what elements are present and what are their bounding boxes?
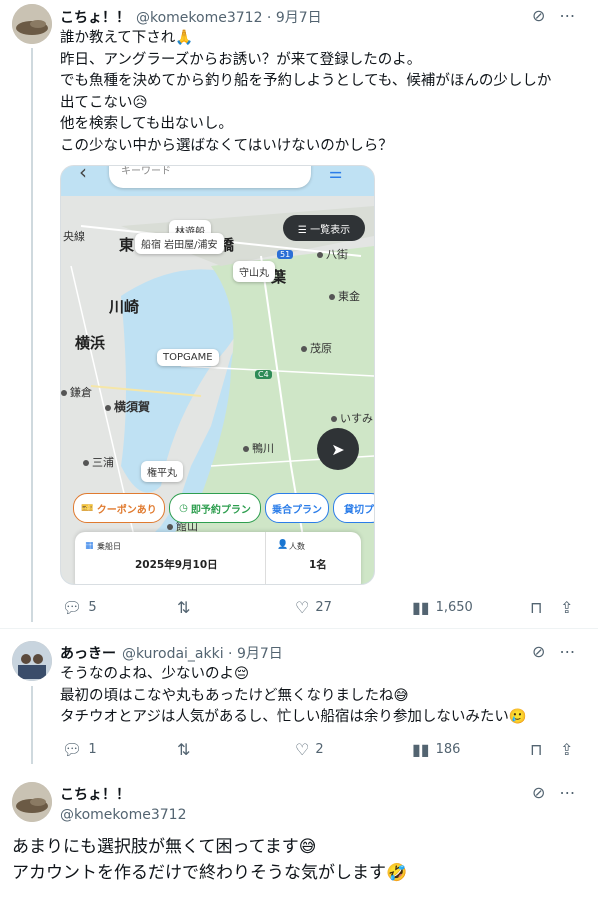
booking-card: ▦ 乗船日 2025年9月10日 👤 人数 1名	[75, 532, 361, 584]
filter-coupon[interactable]: 🎫 クーポンあり	[73, 493, 165, 523]
like-icon: ♡	[295, 598, 310, 617]
share-icon: ⇪	[560, 740, 574, 759]
place-label: 横須賀	[105, 398, 150, 415]
boat-marker[interactable]: 船宿 岩田屋/浦安	[135, 233, 224, 254]
place-label: 川崎	[109, 298, 140, 316]
views-button[interactable]: ▮▮ 186	[412, 740, 460, 759]
text-line: 出てこない😥	[60, 94, 148, 111]
date-label: 乗船日	[97, 542, 121, 551]
road-number: 51	[277, 250, 294, 259]
reply-icon: 💬︎	[62, 740, 83, 759]
place-label: 東金	[329, 288, 360, 304]
boat-marker[interactable]: 守山丸	[233, 261, 275, 282]
grok-icon[interactable]: ⊘	[532, 6, 545, 25]
display-name[interactable]: あっきー	[60, 643, 116, 663]
avatar[interactable]	[12, 782, 52, 822]
back-arrow-icon[interactable]: ‹	[79, 166, 87, 184]
boat-marker[interactable]: 権平丸	[141, 461, 183, 482]
text-line: アカウントを作るだけで終わりそうな気がします🤣	[12, 863, 408, 883]
like-button[interactable]: ♡ 2	[295, 740, 324, 759]
coupon-icon: 🎫	[81, 502, 94, 514]
retweet-icon: ⇅	[177, 598, 191, 617]
search-input-placeholder: キーワード	[121, 166, 171, 177]
like-icon: ♡	[295, 740, 310, 759]
bookmark-icon: ⊓	[530, 740, 543, 759]
share-icon: ⇪	[560, 598, 574, 617]
text-line: 誰か教えて下され🙏	[60, 30, 194, 46]
attached-image[interactable]: キーワード ‹ ⚌ ☰ 一覧表示 央線 東 橋 葉 八街 川崎 東金 横浜 茂原…	[60, 165, 375, 585]
calendar-icon: ▦	[85, 541, 94, 551]
thread-line	[31, 48, 33, 622]
bookmark-icon: ⊓	[530, 598, 543, 617]
my-location-button[interactable]: ➤	[317, 428, 359, 470]
place-label: 鴨川	[243, 440, 274, 456]
grok-icon[interactable]: ⊘	[532, 783, 545, 802]
road-number: C4	[255, 370, 272, 379]
place-label: 三浦	[83, 454, 114, 470]
people-field[interactable]: 👤 人数 1名	[265, 532, 361, 584]
text-line: あまりにも選択肢が無くて困ってます😅	[12, 837, 317, 857]
avatar[interactable]	[12, 4, 52, 44]
tweet-text: そうなのよね、少ないのよ😔 最初の頃はこなや丸もあったけど無くなりましたね😅 タ…	[60, 664, 527, 729]
handle-and-date[interactable]: @komekome3712 · 9月7日	[136, 7, 322, 27]
text-line: そうなのよね、少ないのよ😔	[60, 666, 250, 682]
views-icon: ▮▮	[412, 598, 430, 617]
list-view-button[interactable]: ☰ 一覧表示	[283, 215, 365, 241]
bookmark-button[interactable]: ⊓	[530, 598, 542, 617]
retweet-button[interactable]: ⇅	[177, 740, 190, 759]
filter-instant-booking[interactable]: ◷ 即予約プラン	[169, 493, 261, 523]
share-button[interactable]: ⇪	[560, 740, 573, 759]
more-icon[interactable]: ⋯	[559, 6, 575, 25]
text-line: 昨日、アングラーズからお誘い？が来て登録したのよ。	[60, 51, 422, 68]
boat-marker[interactable]: TOPGAME	[157, 349, 219, 366]
text-line: でも魚種を決めてから釣り船を予約しようとしても、候補がほんの少ししか	[60, 73, 552, 89]
more-icon[interactable]: ⋯	[559, 642, 575, 661]
text-line: 最初の頃はこなや丸もあったけど無くなりましたね😅	[60, 687, 409, 704]
date-field[interactable]: ▦ 乗船日 2025年9月10日	[75, 532, 266, 584]
place-label: 八街	[317, 246, 348, 262]
place-label: 横浜	[75, 334, 106, 352]
date-value: 2025年9月10日	[135, 559, 218, 571]
text-line: 他を検索しても出ないし。	[60, 116, 233, 132]
divider	[0, 628, 598, 629]
tweet-text: 誰か教えて下され🙏 昨日、アングラーズからお誘い？が来て登録したのよ。 でも魚種…	[60, 28, 551, 157]
retweet-button[interactable]: ⇅	[177, 598, 190, 617]
tweet-text: あまりにも選択肢が無くて困ってます😅 アカウントを作るだけで終わりそうな気がしま…	[12, 834, 407, 886]
bookmark-button[interactable]: ⊓	[530, 740, 542, 759]
display-name[interactable]: こちょ！！	[60, 7, 130, 27]
person-icon: 👤	[277, 540, 289, 550]
place-label: 東	[119, 236, 135, 254]
place-label: 央線	[63, 230, 85, 243]
grok-icon[interactable]: ⊘	[532, 642, 545, 661]
filter-shared-plan[interactable]: 乗合プラン	[265, 493, 329, 523]
map-search-bar[interactable]: キーワード	[109, 166, 311, 188]
text-line: この少ない中から選ばなくてはいけないのかしら？	[60, 137, 393, 154]
more-icon[interactable]: ⋯	[559, 783, 575, 802]
avatar[interactable]	[12, 641, 52, 681]
share-button[interactable]: ⇪	[560, 598, 573, 617]
filter-settings-icon[interactable]: ⚌	[329, 166, 342, 182]
people-value: 1名	[309, 559, 327, 571]
text-line: タチウオとアジは人気があるし、忙しい船宿は余り参加しないみたい🥲	[60, 709, 527, 725]
views-icon: ▮▮	[412, 740, 430, 759]
reply-button[interactable]: 💬︎ 5	[62, 598, 97, 617]
like-button[interactable]: ♡ 27	[295, 598, 332, 617]
handle[interactable]: @komekome3712	[60, 807, 186, 823]
place-label: 鎌倉	[61, 384, 92, 400]
filter-charter-plan[interactable]: 貸切プ	[333, 493, 374, 523]
place-label: いすみ	[331, 410, 373, 426]
clock-icon: ◷	[179, 502, 188, 514]
thread-line	[31, 686, 33, 764]
reply-icon: 💬︎	[62, 598, 83, 617]
list-view-label: ☰ 一覧表示	[297, 224, 351, 236]
handle-and-date[interactable]: @kurodai_akki · 9月7日	[122, 643, 283, 663]
navigation-arrow-icon: ➤	[331, 439, 345, 459]
display-name[interactable]: こちょ！！	[60, 784, 186, 804]
views-button[interactable]: ▮▮ 1,650	[412, 598, 473, 617]
reply-button[interactable]: 💬︎ 1	[62, 740, 97, 759]
people-label: 人数	[289, 542, 305, 551]
retweet-icon: ⇅	[177, 740, 191, 759]
place-label: 茂原	[301, 340, 332, 356]
